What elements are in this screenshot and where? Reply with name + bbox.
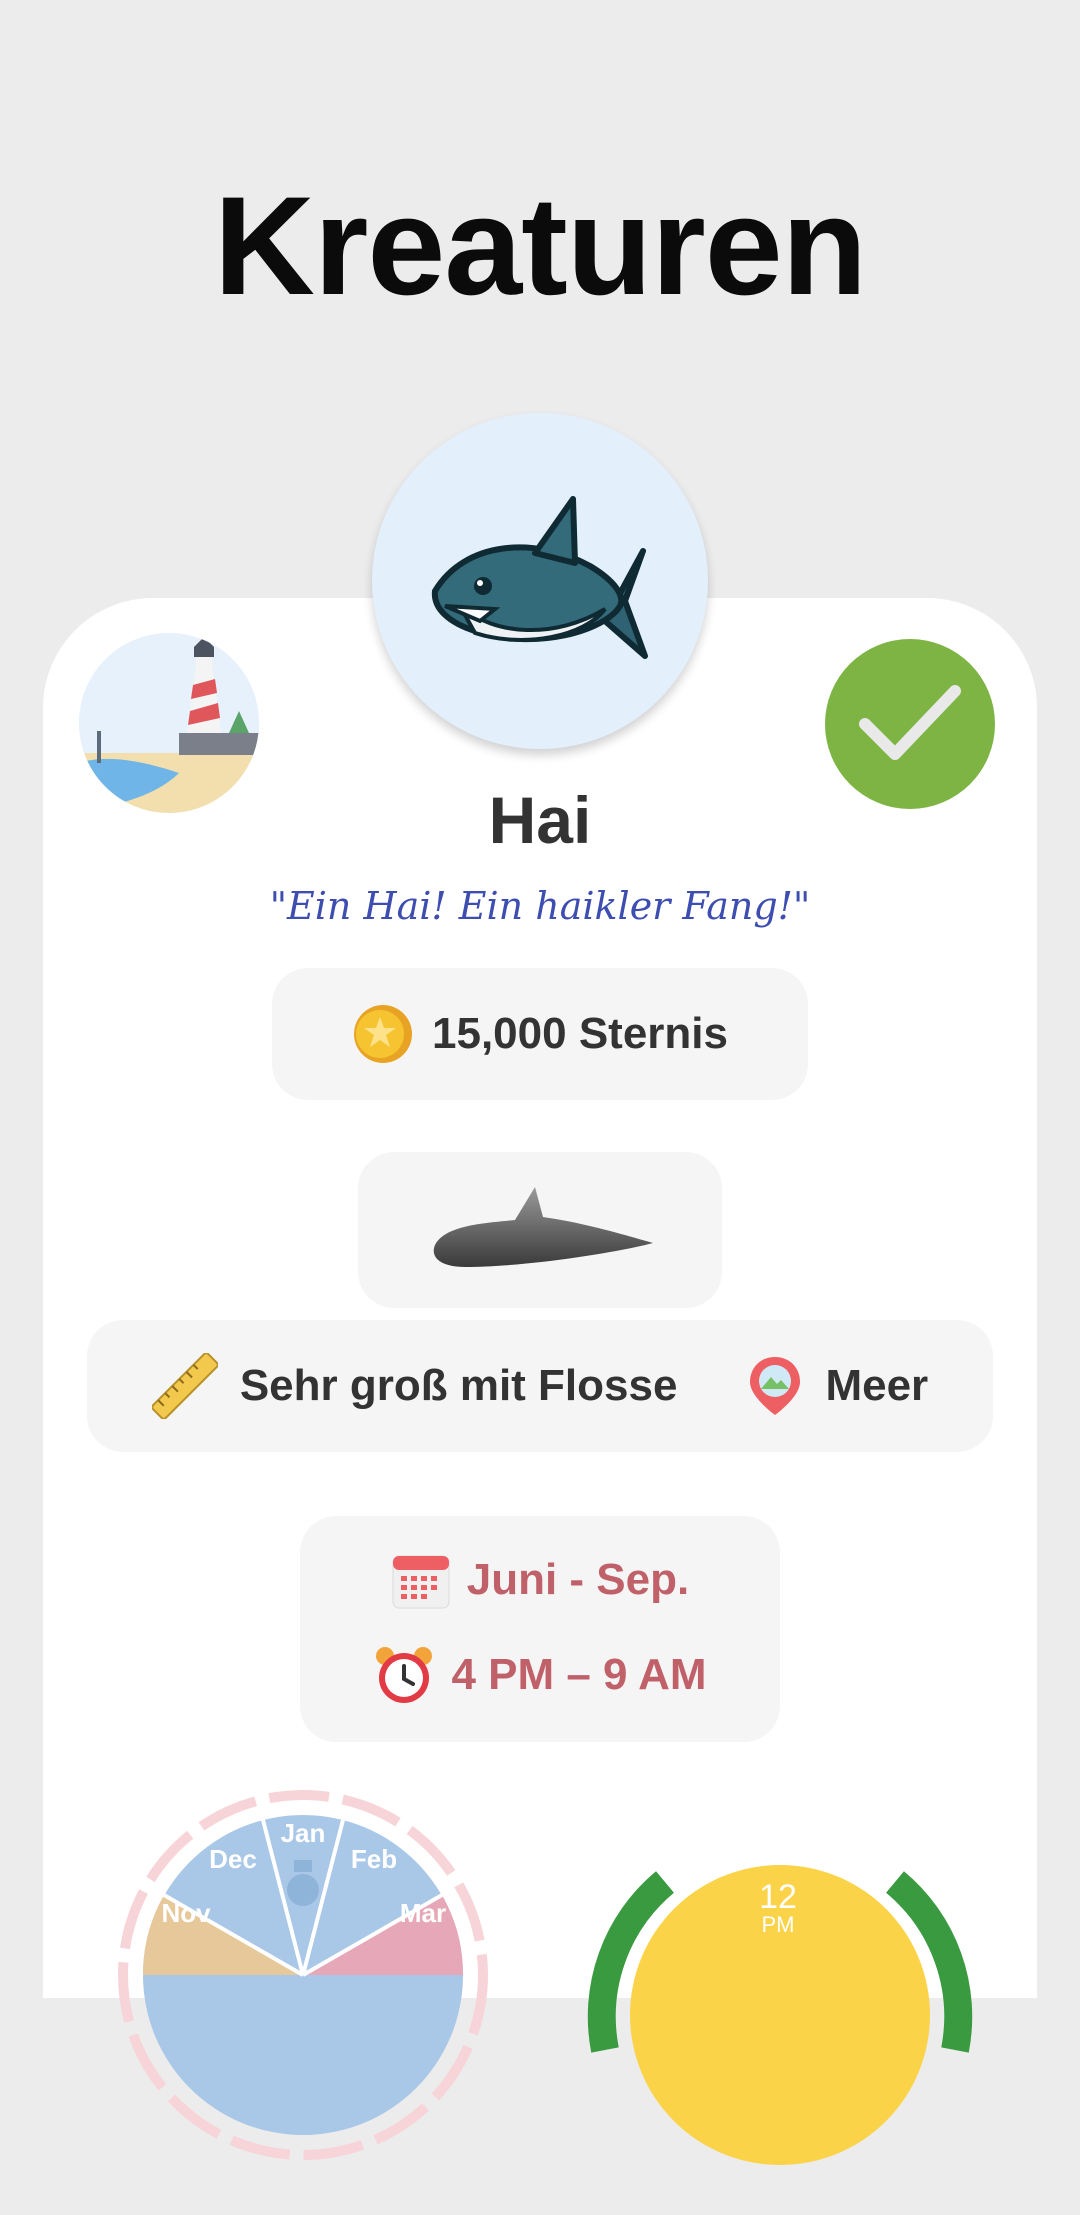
info-pill: Sehr groß mit Flosse Meer — [87, 1320, 993, 1452]
season-month-feb: Feb — [351, 1844, 397, 1874]
price-pill: 15,000 Sternis — [272, 968, 808, 1100]
ruler-icon — [151, 1353, 218, 1419]
season-month-dec: Dec — [209, 1844, 257, 1874]
season-month-nov: Nov — [161, 1898, 211, 1928]
clock-hour-12: 12 — [759, 1878, 797, 1916]
habitat-badge — [79, 633, 259, 813]
fish-shadow-icon — [433, 1187, 653, 1267]
clock-wheel: 12 PM — [585, 1820, 975, 2210]
clock-period: PM — [762, 1912, 795, 1937]
map-pin-icon — [750, 1357, 801, 1415]
creature-quote: "Ein Hai! Ein haikler Fang!" — [269, 884, 811, 928]
calendar-icon — [392, 1555, 450, 1609]
months-label: Juni - Sep. — [466, 1555, 690, 1604]
checkmark-icon — [859, 685, 961, 760]
shadow-pill — [358, 1152, 722, 1308]
season-wheel: Jan Feb Mar Dec Nov — [118, 1790, 488, 2160]
creature-image — [372, 413, 708, 749]
caught-button[interactable] — [825, 639, 995, 809]
star-coin-icon — [354, 1005, 413, 1063]
location-label: Meer — [825, 1361, 929, 1410]
size-label: Sehr groß mit Flosse — [239, 1361, 678, 1410]
lighthouse-beach-icon — [79, 633, 259, 813]
season-month-mar: Mar — [400, 1898, 446, 1928]
shark-icon — [431, 496, 648, 659]
page-title: Kreaturen — [213, 167, 867, 324]
time-label: 4 PM – 9 AM — [451, 1650, 707, 1699]
alarm-clock-icon — [376, 1647, 433, 1703]
price-value: 15,000 Sternis — [432, 1009, 728, 1058]
season-month-jan: Jan — [281, 1818, 326, 1848]
availability-pill: Juni - Sep. 4 PM – 9 AM — [300, 1516, 780, 1742]
